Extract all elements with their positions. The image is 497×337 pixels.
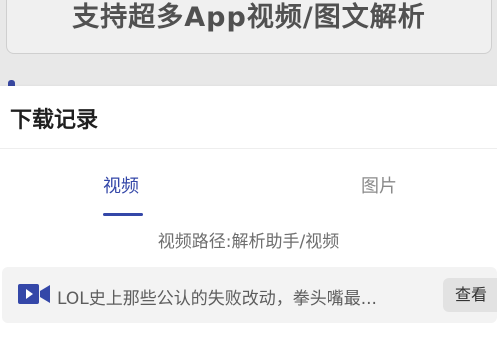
view-button[interactable]: 查看 <box>443 278 497 312</box>
record-title: LOL史上那些公认的失败改动，拳头嘴最... <box>57 289 377 309</box>
header-divider <box>0 148 497 149</box>
video-camera-icon <box>18 284 50 304</box>
active-tab-indicator <box>103 213 143 216</box>
download-records-sheet: 下载记录 视频 图片 视频路径:解析助手/视频 LOL史上那些公认的失败改动，拳… <box>0 86 497 337</box>
tab-video[interactable]: 视频 <box>103 172 139 198</box>
background-dim-overlay <box>0 0 497 100</box>
sheet-title: 下载记录 <box>10 108 99 133</box>
background-app: 支持超多App视频/图文解析 <box>0 0 497 100</box>
download-record-item[interactable]: LOL史上那些公认的失败改动，拳头嘴最... 查看 <box>2 267 497 323</box>
save-path-text: 视频路径:解析助手/视频 <box>157 232 340 252</box>
tab-image[interactable]: 图片 <box>361 172 397 198</box>
